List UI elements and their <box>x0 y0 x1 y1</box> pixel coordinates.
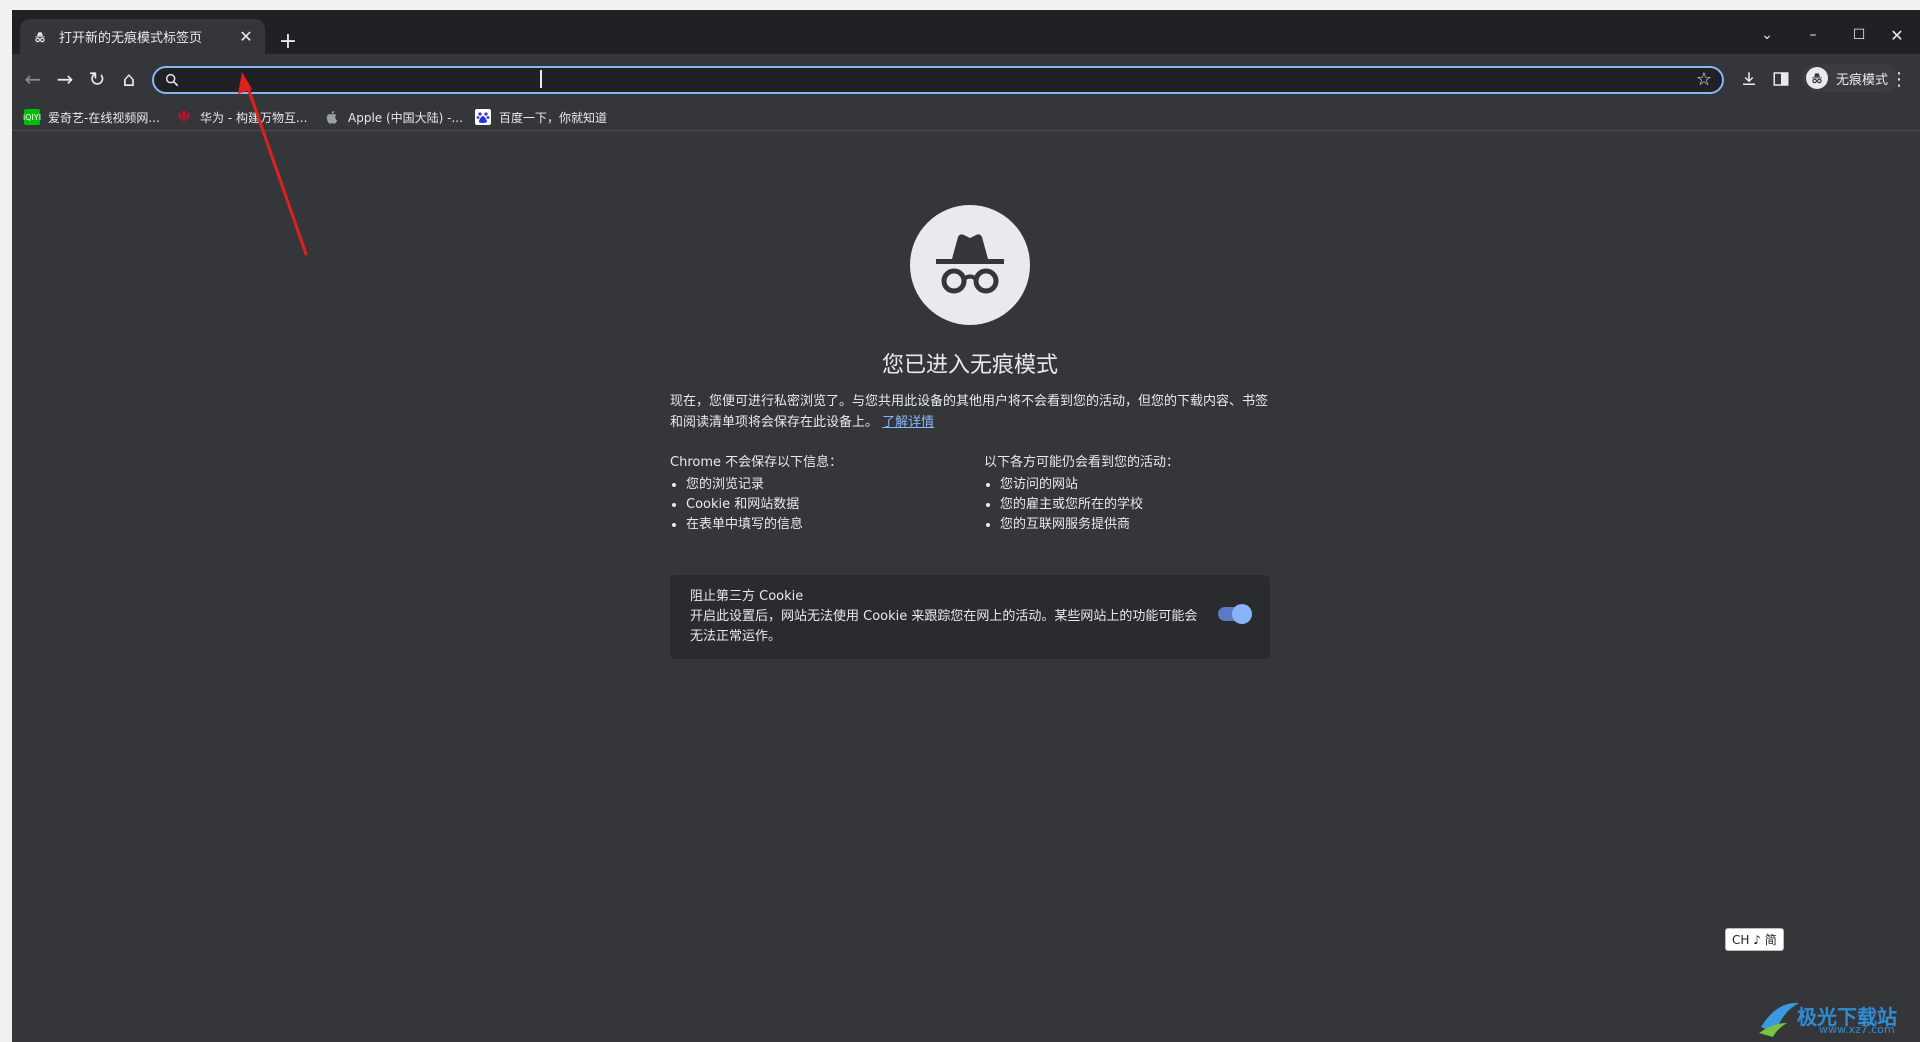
not-saved-section: Chrome 不会保存以下信息： 您的浏览记录 Cookie 和网站数据 在表单… <box>670 453 970 535</box>
download-icon[interactable] <box>1734 64 1764 94</box>
incognito-icon <box>32 29 48 45</box>
still-visible-title: 以下各方可能仍会看到您的活动： <box>984 455 1180 470</box>
bookmark-item[interactable]: 百度一下，你就知道 <box>475 107 607 127</box>
still-visible-section: 以下各方可能仍会看到您的活动： 您访问的网站 您的雇主或您所在的学校 您的互联网… <box>984 453 1284 535</box>
text-cursor <box>540 70 542 88</box>
cookie-card-title: 阻止第三方 Cookie <box>690 589 804 604</box>
forward-button[interactable]: → <box>50 64 80 94</box>
bookmark-item[interactable]: Apple (中国大陆) -... <box>324 107 463 127</box>
home-button[interactable]: ⌂ <box>114 64 144 94</box>
list-item: Cookie 和网站数据 <box>686 495 970 515</box>
tab-strip: 打开新的无痕模式标签页 ✕ + ⌄ – ☐ ✕ <box>12 10 1920 54</box>
toolbar: ← → ↻ ⌂ ☆ 无痕模式 ⋮ <box>12 54 1920 104</box>
bookmark-star-icon[interactable]: ☆ <box>1696 69 1712 90</box>
third-party-cookie-card: 阻止第三方 Cookie 开启此设置后，网站无法使用 Cookie 来跟踪您在网… <box>670 575 1270 659</box>
tab-search-button[interactable]: ⌄ <box>1744 20 1790 50</box>
address-input[interactable] <box>188 68 1672 94</box>
cookie-card-description: 开启此设置后，网站无法使用 Cookie 来跟踪您在网上的活动。某些网站上的功能… <box>690 609 1198 644</box>
list-item: 您访问的网站 <box>1000 475 1284 495</box>
block-cookies-toggle[interactable] <box>1218 604 1252 624</box>
reload-button[interactable]: ↻ <box>82 64 112 94</box>
bookmark-label: 爱奇艺-在线视频网... <box>48 110 160 125</box>
bookmark-item[interactable]: 华为 - 构建万物互... <box>176 107 307 127</box>
watermark-logo: 极光下载站 www.xz7.com <box>1757 995 1917 1039</box>
list-item: 您的雇主或您所在的学校 <box>1000 495 1284 515</box>
intro-paragraph: 现在，您便可进行私密浏览了。与您共用此设备的其他用户将不会看到您的活动，但您的下… <box>670 391 1270 433</box>
bookmark-label: 华为 - 构建万物互... <box>200 110 308 125</box>
bookmark-item[interactable]: iQIYI 爱奇艺-在线视频网... <box>23 107 160 127</box>
learn-more-link[interactable]: 了解详情 <box>882 415 934 430</box>
bookmark-label: Apple (中国大陆) -... <box>348 110 463 125</box>
list-item: 您的互联网服务提供商 <box>1000 515 1284 535</box>
apple-icon <box>324 109 340 125</box>
close-window-button[interactable]: ✕ <box>1874 20 1920 50</box>
more-menu-icon[interactable]: ⋮ <box>1884 64 1914 94</box>
baidu-icon <box>475 109 491 125</box>
bookmarks-bar: iQIYI 爱奇艺-在线视频网... 华为 - 构建万物互... Apple (… <box>12 104 1920 131</box>
minimize-button[interactable]: – <box>1790 20 1836 50</box>
list-item: 您的浏览记录 <box>686 475 970 495</box>
incognito-hero-icon <box>910 205 1030 325</box>
tab-close-icon[interactable]: ✕ <box>237 27 255 46</box>
browser-window: 打开新的无痕模式标签页 ✕ + ⌄ – ☐ ✕ ← → ↻ ⌂ ☆ 无痕模式 ⋮… <box>12 10 1920 1042</box>
bookmark-label: 百度一下，你就知道 <box>499 110 608 125</box>
page-title: 您已进入无痕模式 <box>881 353 1058 378</box>
watermark-url: www.xz7.com <box>1819 1023 1895 1036</box>
iqiyi-icon: iQIYI <box>23 109 41 125</box>
incognito-icon <box>1806 67 1828 89</box>
list-item: 在表单中填写的信息 <box>686 515 970 535</box>
address-bar[interactable]: ☆ <box>152 66 1724 94</box>
incognito-chip-label: 无痕模式 <box>1836 72 1889 88</box>
incognito-new-tab-page: 您已进入无痕模式 现在，您便可进行私密浏览了。与您共用此设备的其他用户将不会看到… <box>12 131 1920 1042</box>
huawei-icon <box>176 109 192 125</box>
toggle-knob <box>1232 604 1252 624</box>
back-button[interactable]: ← <box>18 64 48 94</box>
ime-indicator[interactable]: CH ♪ 简 <box>1725 928 1784 951</box>
not-saved-title: Chrome 不会保存以下信息： <box>670 455 843 470</box>
search-icon <box>164 72 180 92</box>
new-tab-button[interactable]: + <box>274 27 302 55</box>
tab-title: 打开新的无痕模式标签页 <box>59 31 203 46</box>
intro-text: 现在，您便可进行私密浏览了。与您共用此设备的其他用户将不会看到您的活动，但您的下… <box>670 394 1269 430</box>
side-panel-icon[interactable] <box>1766 64 1796 94</box>
tab-incognito[interactable]: 打开新的无痕模式标签页 ✕ <box>20 19 265 54</box>
